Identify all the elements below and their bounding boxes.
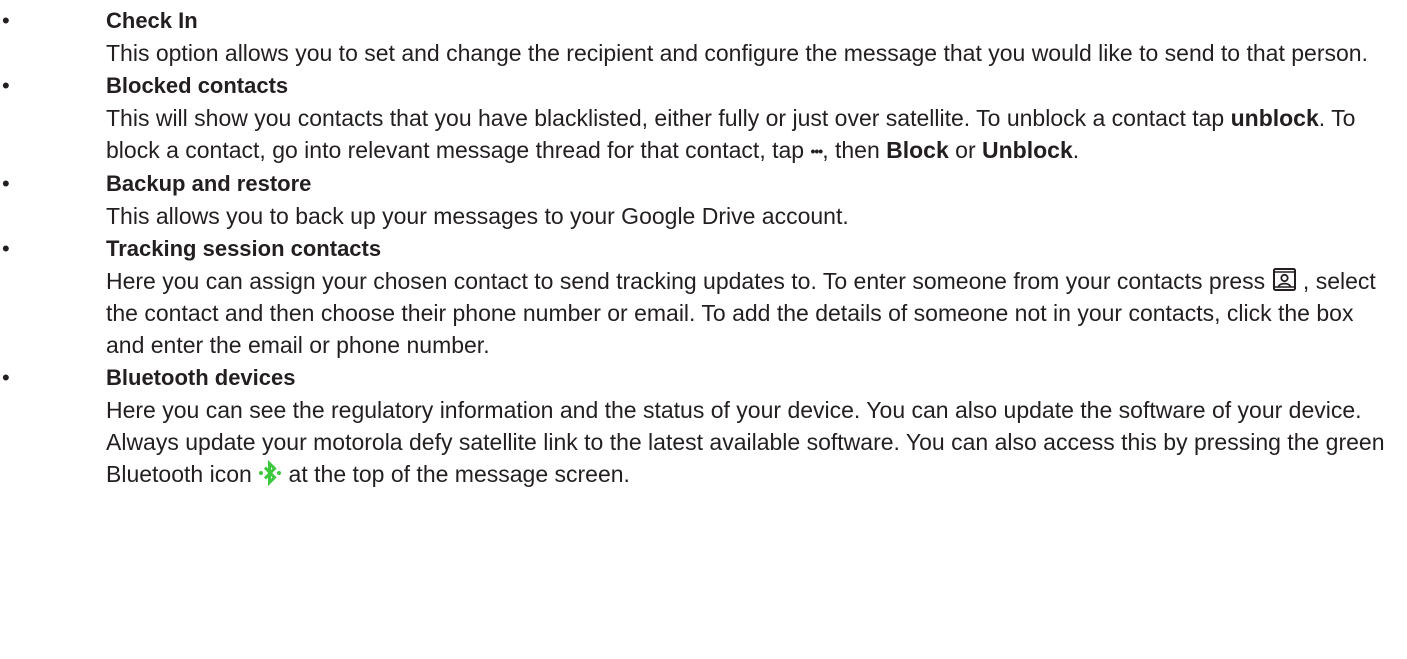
bluetooth-icon <box>258 459 282 487</box>
list-item-tracking-contacts: • Tracking session contacts Here you can… <box>0 232 1407 361</box>
list-item-check-in: • Check In This option allows you to set… <box>0 4 1407 69</box>
body-text: at the top of the message screen. <box>282 461 630 487</box>
item-title: Tracking session contacts <box>106 236 382 261</box>
unblock-term: unblock <box>1230 105 1319 131</box>
item-body: This will show you contacts that you hav… <box>106 102 1407 167</box>
bullet: • <box>2 171 10 196</box>
bullet: • <box>2 73 10 98</box>
item-title: Blocked contacts <box>106 73 289 98</box>
body-text: , then <box>822 137 887 163</box>
body-text: or <box>948 137 982 163</box>
item-title: Backup and restore <box>106 171 312 196</box>
contacts-icon <box>1272 267 1297 293</box>
item-body: This option allows you to set and change… <box>106 40 1368 66</box>
item-body: This allows you to back up your messages… <box>106 203 849 229</box>
document: • Check In This option allows you to set… <box>0 0 1407 659</box>
bullet: • <box>2 365 10 390</box>
body-text: . <box>1072 137 1080 163</box>
item-title: Bluetooth devices <box>106 365 296 390</box>
list-item-blocked-contacts: • Blocked contacts This will show you co… <box>0 69 1407 167</box>
list-item-backup-restore: • Backup and restore This allows you to … <box>0 167 1407 232</box>
bullet: • <box>2 236 10 261</box>
list-item-bluetooth-devices: • Bluetooth devices Here you can see the… <box>0 361 1407 490</box>
item-body: Here you can see the regulatory informat… <box>106 394 1407 490</box>
unblock-option-term: Unblock <box>982 137 1073 163</box>
item-title: Check In <box>106 8 198 33</box>
bullet: • <box>2 8 10 33</box>
more-options-icon: ••• <box>810 143 823 159</box>
block-term: Block <box>886 137 949 163</box>
body-text: This will show you contacts that you hav… <box>106 105 1231 131</box>
item-body: Here you can assign your chosen contact … <box>106 265 1407 361</box>
body-text: Here you can assign your chosen contact … <box>106 268 1272 294</box>
